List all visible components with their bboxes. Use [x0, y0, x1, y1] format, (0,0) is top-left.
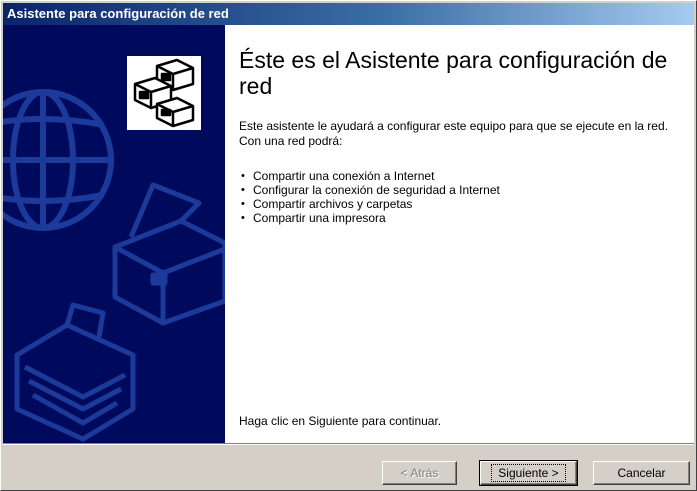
list-item-label: Configurar la conexión de seguridad a In… — [253, 183, 500, 197]
window-title: Asistente para configuración de red — [7, 6, 229, 21]
list-item: • Compartir una impresora — [239, 211, 500, 225]
cancel-button-label: Cancelar — [617, 466, 666, 480]
title-bar[interactable]: Asistente para configuración de red — [3, 3, 694, 25]
page-title: Éste es el Asistente para configuración … — [239, 47, 668, 99]
intro-text: Este asistente le ayudará a configurar e… — [239, 119, 668, 148]
list-item: • Compartir archivos y carpetas — [239, 197, 500, 211]
bullet-icon: • — [241, 170, 245, 182]
wizard-side-panel — [3, 25, 225, 443]
network-computers-icon — [124, 53, 204, 133]
back-button-label: < Atrás — [400, 466, 439, 480]
back-button[interactable]: < Atrás — [382, 461, 457, 485]
list-item-label: Compartir una conexión a Internet — [253, 169, 435, 183]
continue-instructions: Haga clic en Siguiente para continuar. — [239, 414, 442, 428]
bullet-icon: • — [241, 212, 245, 224]
folder-icon — [14, 302, 136, 442]
cancel-button[interactable]: Cancelar — [593, 461, 690, 485]
printer-icon — [112, 182, 225, 326]
wizard-content-panel: Éste es el Asistente para configuración … — [225, 25, 694, 443]
next-button[interactable]: Siguiente > — [479, 460, 578, 486]
bullet-icon: • — [241, 184, 245, 196]
list-item-label: Compartir una impresora — [253, 211, 386, 225]
bullet-icon: • — [241, 198, 245, 210]
list-item-label: Compartir archivos y carpetas — [253, 197, 413, 211]
list-item: • Compartir una conexión a Internet — [239, 169, 500, 183]
next-button-label: Siguiente > — [491, 464, 566, 482]
globe-icon — [3, 89, 114, 231]
feature-list: • Compartir una conexión a Internet • Conf… — [239, 169, 500, 225]
wizard-window: Asistente para configuración de red Éste… — [0, 0, 697, 491]
list-item: • Configurar la conexión de seguridad a I… — [239, 183, 500, 197]
button-separator-highlight — [3, 444, 694, 445]
